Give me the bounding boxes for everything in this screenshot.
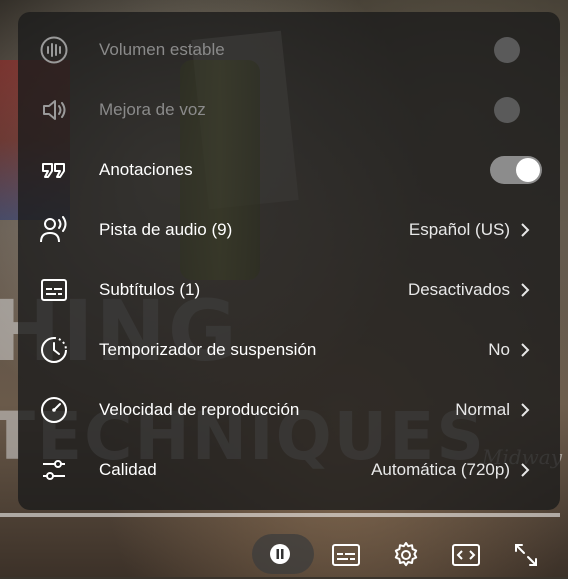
quality-icon: [38, 454, 70, 486]
audio-track-icon: [38, 214, 70, 246]
settings-item-stable-volume[interactable]: Volumen estable: [18, 20, 560, 80]
theater-mode-button[interactable]: [449, 538, 483, 572]
pause-icon: [270, 544, 290, 564]
settings-item-quality[interactable]: Calidad Automática (720p): [18, 440, 560, 500]
fullscreen-button[interactable]: [509, 538, 543, 572]
settings-item-label: Subtítulos (1): [99, 280, 201, 299]
chevron-right-icon: [521, 343, 530, 357]
subtitles-button[interactable]: [329, 538, 363, 572]
settings-item-label: Anotaciones: [99, 160, 193, 179]
settings-item-value: Normal: [455, 400, 510, 419]
stable-volume-toggle[interactable]: [494, 37, 520, 63]
voice-boost-toggle[interactable]: [494, 97, 520, 123]
subtitles-icon: [38, 274, 70, 306]
settings-item-value: Desactivados: [407, 280, 510, 299]
playback-speed-icon: [38, 394, 70, 426]
toggle-knob: [516, 158, 540, 182]
settings-menu: Volumen estable Mejora de voz Anotacione…: [18, 12, 560, 510]
subtitles-icon: [332, 544, 360, 566]
stable-volume-icon: [38, 34, 70, 66]
chevron-right-icon: [521, 463, 530, 477]
settings-item-label: Mejora de voz: [99, 100, 206, 119]
pause-toggle-pill[interactable]: [252, 534, 314, 574]
settings-item-label: Velocidad de reproducción: [99, 400, 300, 419]
fullscreen-icon: [515, 544, 537, 566]
theater-mode-icon: [452, 544, 480, 566]
annotations-icon: [38, 154, 70, 186]
sleep-timer-icon: [38, 334, 70, 366]
progress-bar[interactable]: [0, 513, 560, 517]
gear-icon: [394, 542, 418, 567]
settings-item-subtitles[interactable]: Subtítulos (1) Desactivados: [18, 260, 560, 320]
annotations-toggle[interactable]: [490, 156, 542, 184]
settings-item-playback-speed[interactable]: Velocidad de reproducción Normal: [18, 380, 560, 440]
voice-boost-icon: [38, 94, 70, 126]
chevron-right-icon: [521, 403, 530, 417]
settings-item-value: Español (US): [408, 220, 510, 239]
settings-item-sleep-timer[interactable]: Temporizador de suspensión No: [18, 320, 560, 380]
settings-item-label: Calidad: [99, 460, 157, 479]
settings-button[interactable]: [389, 538, 423, 572]
settings-item-value: No: [488, 340, 510, 359]
settings-item-label: Volumen estable: [99, 40, 225, 59]
settings-item-value: Automática (720p): [371, 460, 510, 479]
settings-item-label: Temporizador de suspensión: [99, 340, 317, 359]
settings-item-label: Pista de audio (9): [99, 220, 233, 239]
chevron-right-icon: [521, 283, 530, 297]
chevron-right-icon: [521, 223, 530, 237]
settings-item-voice-boost[interactable]: Mejora de voz: [18, 80, 560, 140]
settings-item-audio-track[interactable]: Pista de audio (9) Español (US): [18, 200, 560, 260]
settings-item-annotations[interactable]: Anotaciones: [18, 140, 560, 200]
